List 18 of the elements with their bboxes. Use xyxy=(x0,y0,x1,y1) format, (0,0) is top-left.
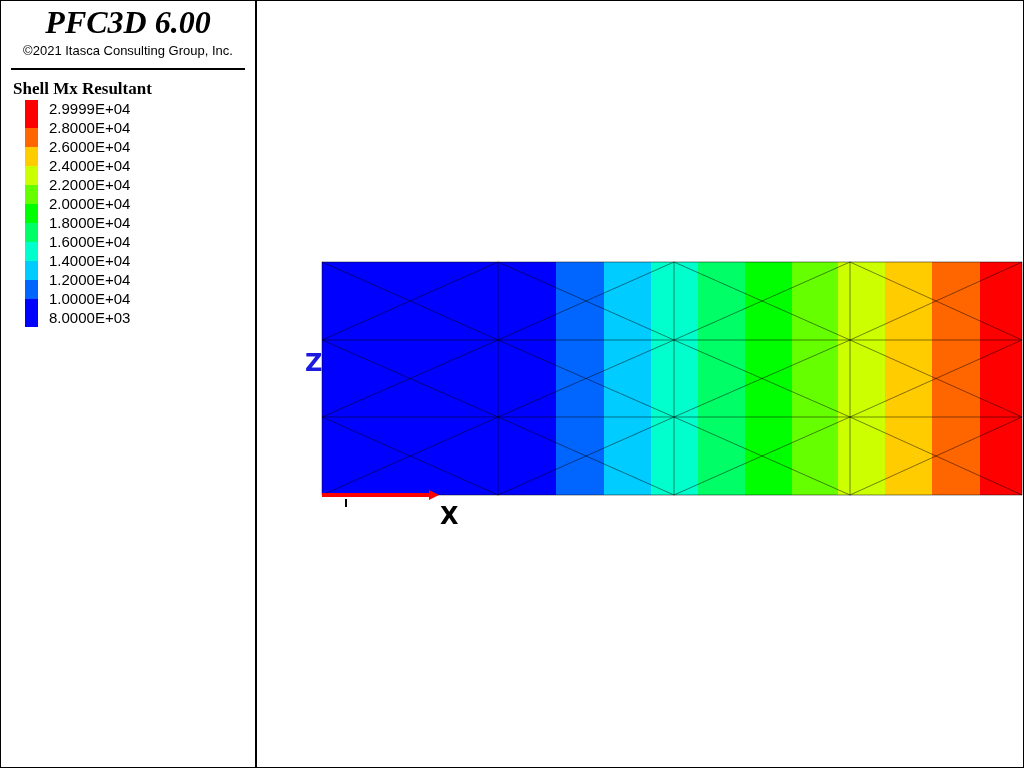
legend-value: 2.2000E+04 xyxy=(49,175,131,194)
y-axis-tick xyxy=(345,498,347,508)
legend-value: 2.9999E+04 xyxy=(49,99,131,118)
legend-value: 1.2000E+04 xyxy=(49,270,131,289)
legend-title: Shell Mx Resultant xyxy=(12,79,153,99)
legend-value: 2.0000E+04 xyxy=(49,194,131,213)
z-axis-label: Z xyxy=(305,349,323,377)
legend-value: 2.6000E+04 xyxy=(49,137,131,156)
copyright-text: ©2021 Itasca Consulting Group, Inc. xyxy=(22,42,234,60)
legend-value: 1.6000E+04 xyxy=(49,232,131,251)
legend-value: 8.0000E+03 xyxy=(49,308,131,327)
legend-value: 1.8000E+04 xyxy=(49,213,131,232)
app-title: PFC3D 6.00 xyxy=(44,5,212,39)
legend-value: 1.4000E+04 xyxy=(49,251,131,270)
legend-value: 2.4000E+04 xyxy=(49,156,131,175)
legend-value: 1.0000E+04 xyxy=(49,289,131,308)
x-axis-label: X xyxy=(440,502,459,530)
legend-value: 2.8000E+04 xyxy=(49,118,131,137)
